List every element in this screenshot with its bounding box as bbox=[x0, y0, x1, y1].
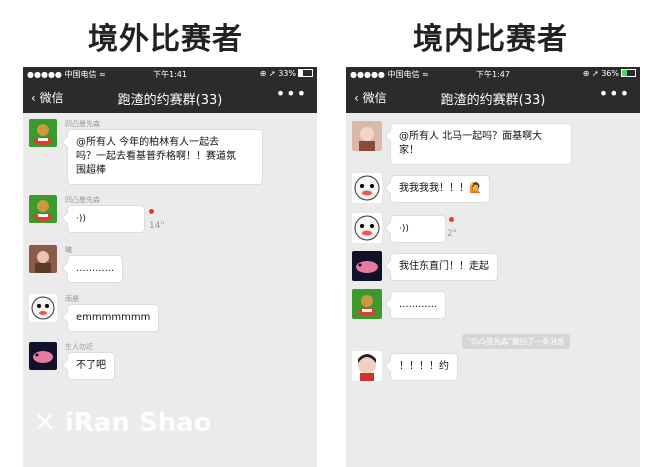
status-right: ⊕ ➚ 36% bbox=[583, 69, 636, 78]
message-bubble[interactable]: ............ bbox=[390, 291, 447, 319]
watermark-logo: ✕ iRan Shao bbox=[34, 408, 212, 438]
nav-bar: ‹ 微信 跑渣的约赛群(33) ••• bbox=[346, 82, 640, 113]
unread-dot bbox=[449, 217, 454, 222]
sender-name: 曦 bbox=[65, 246, 72, 254]
battery-percent: ⊕ ➚ 36% bbox=[582, 69, 619, 78]
more-icon[interactable]: ••• bbox=[276, 84, 307, 103]
battery-percent: ⊕ ➚ 33% bbox=[259, 69, 296, 78]
avatar[interactable] bbox=[352, 251, 382, 281]
message-bubble[interactable]: @所有人 今年的柏林有人一起去 吗？一起去看基普乔格啊！！赛道氛 围超棒 bbox=[67, 129, 263, 185]
message-text: ............ bbox=[76, 263, 115, 274]
recall-notice: "凹凸曼先森"撤回了一条消息 bbox=[346, 329, 640, 349]
message-text: emmmmmmm bbox=[76, 312, 151, 323]
message-text: ............ bbox=[399, 299, 438, 310]
left-phone-screen: ●●●●● 中国电信 ≈ 下午1:41 ⊕ ➚ 33% ‹ 微信 跑渣的约赛群(… bbox=[23, 67, 317, 467]
more-icon[interactable]: ••• bbox=[599, 84, 630, 103]
status-right: ⊕ ➚ 33% bbox=[260, 69, 313, 78]
battery-icon bbox=[298, 69, 313, 77]
message-text: 围超棒 bbox=[76, 165, 106, 176]
unread-dot bbox=[149, 209, 154, 214]
voice-duration: 2" bbox=[447, 229, 457, 239]
nav-bar: ‹ 微信 跑渣的约赛群(33) ••• bbox=[23, 82, 317, 113]
avatar[interactable] bbox=[352, 289, 382, 319]
left-heading: 境外比赛者 bbox=[88, 22, 243, 57]
voice-duration: 14" bbox=[149, 221, 165, 231]
chat-title: 跑渣的约赛群(33) bbox=[440, 93, 546, 108]
sender-name: 生人勿近 bbox=[65, 343, 93, 351]
message-bubble[interactable]: 我我我我！！！🙋 bbox=[390, 175, 491, 203]
avatar[interactable] bbox=[29, 245, 57, 273]
voice-message[interactable]: ·)) bbox=[67, 205, 145, 233]
avatar[interactable] bbox=[352, 121, 382, 151]
avatar[interactable] bbox=[29, 294, 57, 322]
message-text: 家！ bbox=[399, 145, 419, 156]
watermark-text: iRan Shao bbox=[64, 408, 212, 438]
message-bubble[interactable]: ............ bbox=[67, 255, 124, 283]
message-text: @所有人 北马一起吗？面基啊大 bbox=[399, 131, 543, 142]
avatar[interactable] bbox=[29, 342, 57, 370]
voice-message[interactable]: ·)) bbox=[390, 215, 446, 243]
avatar[interactable] bbox=[29, 195, 57, 223]
message-bubble[interactable]: emmmmmmm bbox=[67, 304, 160, 332]
avatar[interactable] bbox=[29, 119, 57, 147]
right-heading: 境内比赛者 bbox=[413, 22, 568, 57]
message-bubble[interactable]: 我住东直门！！走起 bbox=[390, 253, 498, 281]
message-text: ！！！！约 bbox=[399, 361, 449, 372]
avatar[interactable] bbox=[352, 173, 382, 203]
recall-notice-text: "凹凸曼先森"撤回了一条消息 bbox=[461, 334, 571, 349]
message-bubble[interactable]: @所有人 北马一起吗？面基啊大 家！ bbox=[390, 123, 572, 165]
sender-name: 凹凸曼先森 bbox=[65, 196, 100, 204]
avatar[interactable] bbox=[352, 213, 382, 243]
right-phone-screen: ●●●●● 中国电信 ≈ 下午1:47 ⊕ ➚ 36% ‹ 微信 跑渣的约赛群(… bbox=[346, 67, 640, 467]
voice-icon: ·)) bbox=[399, 224, 409, 234]
battery-icon bbox=[621, 69, 636, 77]
sender-name: 凹凸曼先森 bbox=[65, 120, 100, 128]
avatar[interactable] bbox=[352, 351, 382, 381]
chat-title: 跑渣的约赛群(33) bbox=[117, 93, 223, 108]
message-text: @所有人 今年的柏林有人一起去 bbox=[76, 137, 220, 148]
status-bar: ●●●●● 中国电信 ≈ 下午1:47 ⊕ ➚ 36% bbox=[346, 67, 640, 82]
message-bubble[interactable]: ！！！！约 bbox=[390, 353, 458, 381]
message-text: 我我我我！！！🙋 bbox=[399, 183, 482, 194]
sender-name: 雨晨 bbox=[65, 295, 79, 303]
message-text: 吗？一起去看基普乔格啊！！赛道氛 bbox=[76, 151, 236, 162]
message-text: 我住东直门！！走起 bbox=[399, 261, 489, 272]
message-bubble[interactable]: 不了吧 bbox=[67, 352, 115, 380]
status-bar: ●●●●● 中国电信 ≈ 下午1:41 ⊕ ➚ 33% bbox=[23, 67, 317, 82]
message-text: 不了吧 bbox=[76, 360, 106, 371]
voice-icon: ·)) bbox=[76, 214, 86, 224]
logo-icon: ✕ bbox=[34, 408, 56, 438]
